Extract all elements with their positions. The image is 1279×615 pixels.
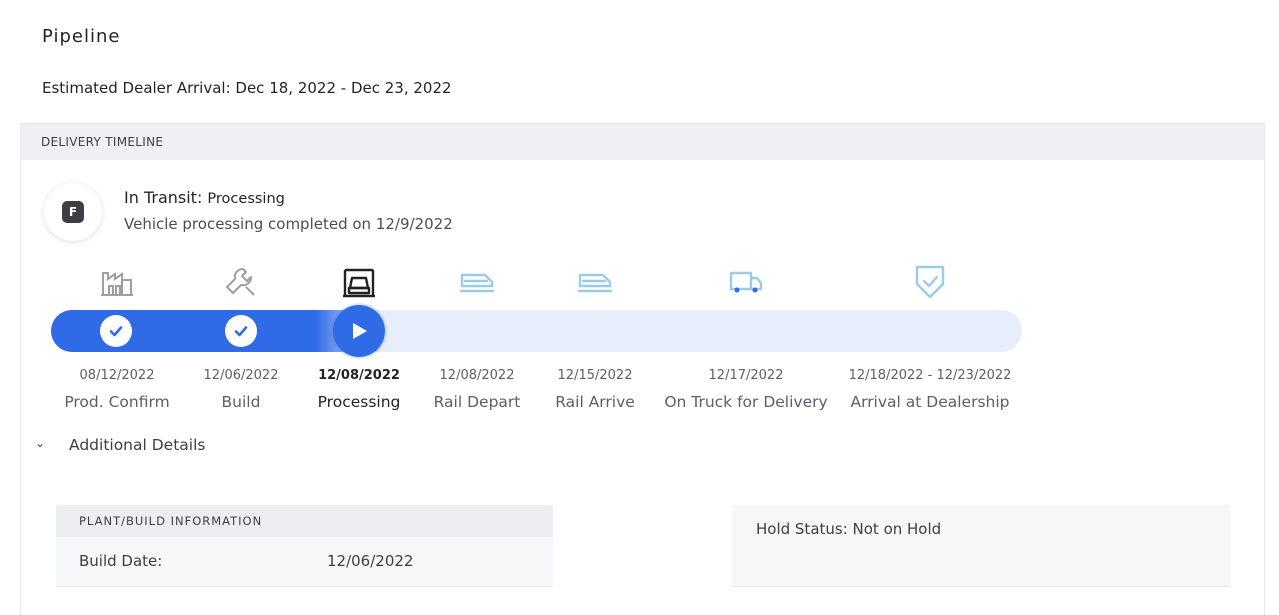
brand-avatar-letter: F [62,201,84,223]
truck-icon [726,262,766,302]
factory-icon [97,262,137,302]
additional-details-toggle[interactable]: ⌄ Additional Details [35,436,205,454]
chevron-down-icon[interactable]: ⌄ [35,436,49,450]
step-date: 12/18/2022 - 12/23/2022 [848,368,1012,383]
wrench-icon [221,262,261,302]
status-value: Processing [207,191,285,207]
step-current-icon [333,305,385,357]
shield-check-icon [910,262,950,302]
step-complete-icon [100,315,132,347]
train-icon [575,262,615,302]
plant-build-header: PLANT/BUILD INFORMATION [56,505,553,537]
car-lift-icon [339,262,379,302]
step-label: On Truck for Delivery [664,393,828,411]
hold-status-panel: Hold Status: Not on Hold [732,505,1230,587]
status-detail: Vehicle processing completed on 12/9/202… [124,215,453,233]
build-date-value: 12/06/2022 [327,552,414,570]
step-complete-icon [225,315,257,347]
train-icon [457,262,497,302]
page-title: Pipeline [42,26,121,47]
additional-details-label[interactable]: Additional Details [69,436,205,454]
step-date: 12/17/2022 [708,368,784,383]
step-label: Arrival at Dealership [850,393,1010,411]
status-label: In Transit: [124,188,208,207]
card-header-title: DELIVERY TIMELINE [41,135,164,149]
delivery-timeline-card: DELIVERY TIMELINE F In Transit: Processi… [20,123,1265,615]
progress-track [51,310,1022,352]
hold-status-text: Hold Status: Not on Hold [756,520,942,538]
brand-avatar: F [44,183,102,241]
build-date-label: Build Date: [79,552,163,570]
card-header: DELIVERY TIMELINE [21,124,1264,160]
plant-build-panel: PLANT/BUILD INFORMATION Build Date: 12/0… [56,505,553,587]
build-date-row: Build Date: 12/06/2022 [56,537,553,587]
estimated-arrival: Estimated Dealer Arrival: Dec 18, 2022 -… [42,79,452,97]
transit-status: In Transit: Processing [124,188,285,207]
